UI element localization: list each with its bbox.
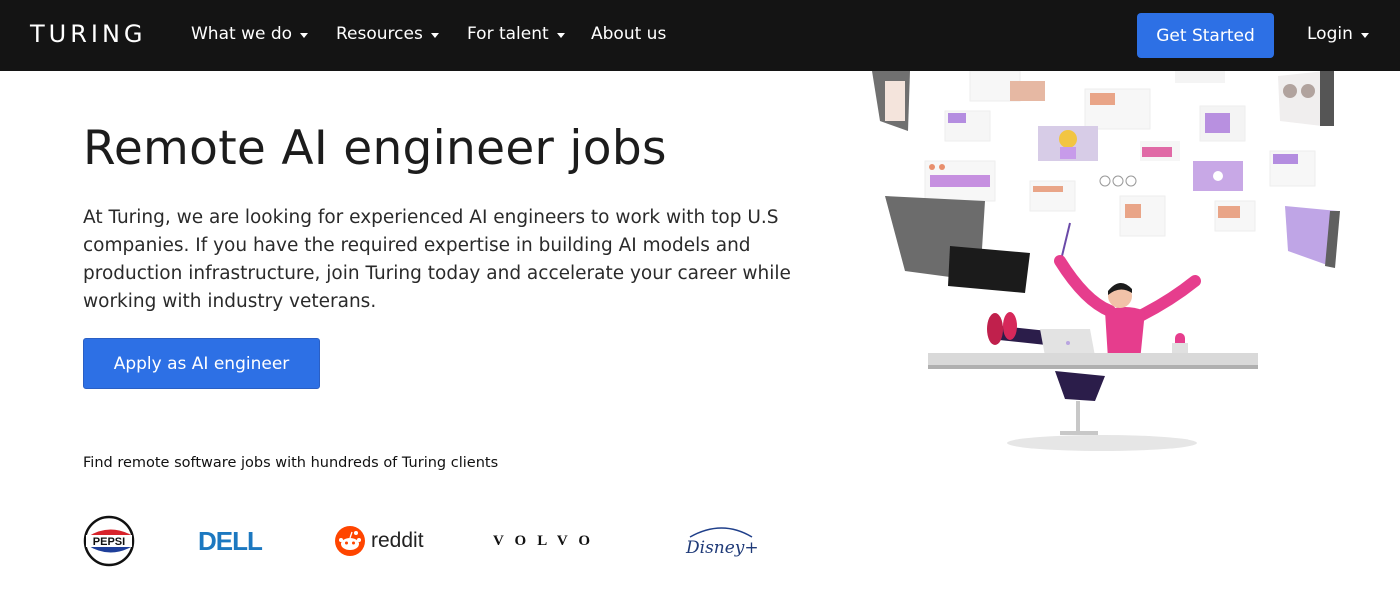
- caret-down-icon: [556, 32, 565, 38]
- page-title: Remote AI engineer jobs: [83, 121, 667, 176]
- top-navbar: TURING What we do Resources For talent A…: [0, 0, 1400, 71]
- apply-ai-engineer-button[interactable]: Apply as AI engineer: [83, 338, 320, 389]
- nav-about-us-label: About us: [591, 24, 667, 44]
- turing-logo[interactable]: TURING: [30, 20, 147, 48]
- nav-resources[interactable]: Resources: [336, 24, 439, 44]
- login-menu[interactable]: Login: [1307, 24, 1369, 44]
- nav-for-talent[interactable]: For talent: [467, 24, 565, 44]
- caret-down-icon: [430, 32, 439, 38]
- nav-for-talent-label: For talent: [467, 24, 549, 44]
- reddit-wordmark: reddit: [371, 529, 424, 552]
- disney-plus-logo: Disney+: [684, 515, 760, 567]
- volvo-logo: VOLVO: [493, 532, 602, 549]
- reddit-alien-icon: [335, 526, 365, 556]
- clients-heading: Find remote software jobs with hundreds …: [83, 455, 499, 471]
- nav-what-we-do[interactable]: What we do: [191, 24, 309, 44]
- nav-what-we-do-label: What we do: [191, 24, 293, 44]
- svg-text:Disney+: Disney+: [685, 538, 759, 558]
- svg-text:PEPSI: PEPSI: [93, 536, 125, 548]
- caret-down-icon: [1360, 32, 1369, 38]
- nav-resources-label: Resources: [336, 24, 423, 44]
- dell-logo: DELL: [198, 525, 263, 556]
- nav-about-us[interactable]: About us: [591, 24, 666, 44]
- hero-description: At Turing, we are looking for experience…: [83, 207, 791, 312]
- caret-down-icon: [300, 32, 309, 38]
- pepsi-logo: PEPSI: [83, 515, 135, 567]
- get-started-button[interactable]: Get Started: [1137, 13, 1274, 58]
- reddit-logo: reddit: [334, 515, 430, 567]
- login-label: Login: [1307, 24, 1353, 44]
- engineer-illustration: [872, 71, 1340, 451]
